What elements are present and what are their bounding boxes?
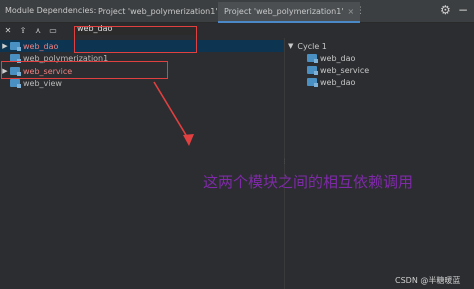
watermark: CSDN @半糖暖蓝 — [395, 276, 461, 285]
annotation-text: 这两个模块之间的相互依赖调用 — [203, 173, 414, 191]
annotation-arrow — [153, 81, 194, 146]
